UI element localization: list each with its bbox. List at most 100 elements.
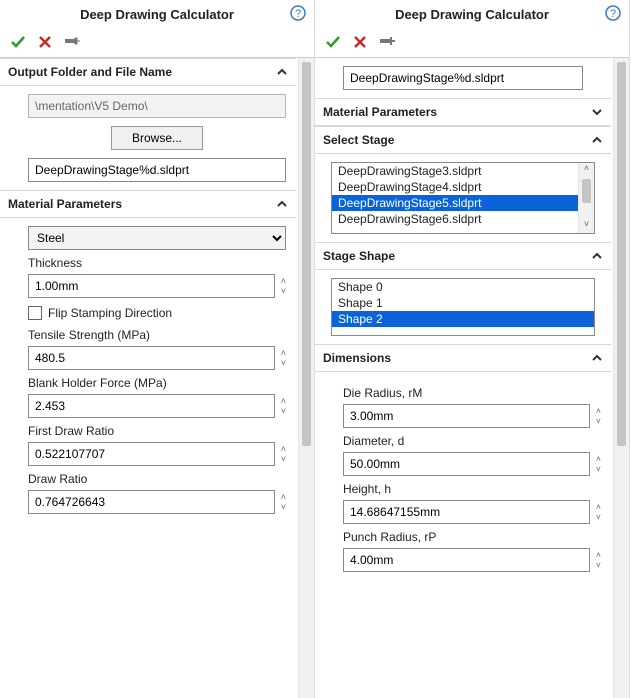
- chevron-up-icon: [591, 352, 603, 364]
- help-icon[interactable]: ?: [290, 5, 306, 21]
- section-title: Material Parameters: [8, 197, 122, 211]
- height-label: Height, h: [343, 482, 601, 496]
- punch-radius-field[interactable]: [343, 548, 590, 572]
- flip-label: Flip Stamping Direction: [48, 306, 172, 320]
- section-header-select-stage[interactable]: Select Stage: [315, 126, 611, 154]
- section-body-output: Browse...: [0, 86, 296, 190]
- chevron-up-icon[interactable]: ˄: [281, 349, 286, 357]
- svg-text:?: ?: [610, 8, 616, 20]
- chevron-down-icon[interactable]: ˅: [281, 407, 286, 415]
- thickness-label: Thickness: [28, 256, 286, 270]
- list-item[interactable]: Shape 2: [332, 311, 594, 327]
- svg-text:?: ?: [295, 8, 301, 20]
- chevron-down-icon[interactable]: ˅: [281, 287, 286, 295]
- chevron-up-icon: [276, 198, 288, 210]
- chevron-down-icon[interactable]: ˅: [281, 359, 286, 367]
- chevron-up-icon[interactable]: ˄: [596, 455, 601, 463]
- titlebar: Deep Drawing Calculator ?: [0, 0, 314, 28]
- list-item[interactable]: Shape 1: [332, 295, 594, 311]
- section-title: Select Stage: [323, 133, 394, 147]
- cancel-icon[interactable]: [353, 35, 367, 49]
- toolbar: [0, 28, 314, 58]
- pin-icon[interactable]: [64, 34, 80, 50]
- shape-listbox[interactable]: Shape 0 Shape 1 Shape 2: [331, 278, 595, 336]
- panel-title: Deep Drawing Calculator: [395, 7, 549, 22]
- chevron-down-icon[interactable]: ˅: [596, 417, 601, 425]
- list-item[interactable]: DeepDrawingStage6.sldprt: [332, 211, 594, 227]
- list-item[interactable]: DeepDrawingStage3.sldprt: [332, 163, 594, 179]
- pin-icon[interactable]: [379, 34, 395, 50]
- stage-listbox[interactable]: DeepDrawingStage3.sldprt DeepDrawingStag…: [331, 162, 595, 234]
- chevron-up-icon: [591, 250, 603, 262]
- chevron-down-icon[interactable]: ˅: [596, 561, 601, 569]
- chevron-down-icon[interactable]: ˅: [596, 513, 601, 521]
- chevron-up-icon[interactable]: ˄: [281, 277, 286, 285]
- ok-icon[interactable]: [10, 34, 26, 50]
- list-item[interactable]: Shape 0: [332, 279, 594, 295]
- section-body-select-stage: DeepDrawingStage3.sldprt DeepDrawingStag…: [315, 154, 611, 242]
- section-header-dimensions[interactable]: Dimensions: [315, 344, 611, 372]
- list-item[interactable]: DeepDrawingStage5.sldprt: [332, 195, 594, 211]
- diameter-field[interactable]: [343, 452, 590, 476]
- toolbar: [315, 28, 629, 58]
- chevron-up-icon[interactable]: ˄: [281, 493, 286, 501]
- section-header-stage-shape[interactable]: Stage Shape: [315, 242, 611, 270]
- section-header-material[interactable]: Material Parameters: [0, 190, 296, 218]
- first-draw-field[interactable]: [28, 442, 275, 466]
- flip-checkbox-row[interactable]: Flip Stamping Direction: [28, 306, 286, 320]
- section-body-stage-shape: Shape 0 Shape 1 Shape 2: [315, 270, 611, 344]
- help-icon[interactable]: ?: [605, 5, 621, 21]
- punch-radius-stepper[interactable]: ˄ ˅: [596, 551, 601, 569]
- thickness-field[interactable]: [28, 274, 275, 298]
- left-panel: Deep Drawing Calculator ? Output Folder …: [0, 0, 315, 698]
- folder-path-field[interactable]: [28, 94, 286, 118]
- section-title: Output Folder and File Name: [8, 65, 172, 79]
- chevron-up-icon[interactable]: ˄: [281, 445, 286, 453]
- chevron-down-icon: [591, 106, 603, 118]
- chevron-down-icon[interactable]: ˅: [579, 219, 594, 233]
- scroll-area[interactable]: Output Folder and File Name Browse... Ma…: [0, 58, 298, 698]
- panel-body: Output Folder and File Name Browse... Ma…: [0, 58, 314, 698]
- file-name-field[interactable]: [343, 66, 583, 90]
- cancel-icon[interactable]: [38, 35, 52, 49]
- blank-holder-field[interactable]: [28, 394, 275, 418]
- diameter-stepper[interactable]: ˄ ˅: [596, 455, 601, 473]
- first-draw-stepper[interactable]: ˄ ˅: [281, 445, 286, 463]
- section-header-output[interactable]: Output Folder and File Name: [0, 58, 296, 86]
- thickness-stepper[interactable]: ˄ ˅: [281, 277, 286, 295]
- panel-body: Material Parameters Select Stage DeepDra…: [315, 58, 629, 698]
- chevron-up-icon[interactable]: ˄: [579, 163, 594, 177]
- tensile-label: Tensile Strength (MPa): [28, 328, 286, 342]
- chevron-down-icon[interactable]: ˅: [596, 465, 601, 473]
- right-panel: Deep Drawing Calculator ? Material Param…: [315, 0, 630, 698]
- chevron-up-icon[interactable]: ˄: [281, 397, 286, 405]
- chevron-up-icon[interactable]: ˄: [596, 407, 601, 415]
- chevron-up-icon[interactable]: ˄: [596, 503, 601, 511]
- listbox-scrollbar[interactable]: ˄ ˅: [578, 163, 594, 233]
- height-field[interactable]: [343, 500, 590, 524]
- flip-checkbox[interactable]: [28, 306, 42, 320]
- list-item[interactable]: DeepDrawingStage4.sldprt: [332, 179, 594, 195]
- file-name-field[interactable]: [28, 158, 286, 182]
- draw-ratio-label: Draw Ratio: [28, 472, 286, 486]
- scrollbar[interactable]: [298, 58, 314, 698]
- height-stepper[interactable]: ˄ ˅: [596, 503, 601, 521]
- scrollbar[interactable]: [613, 58, 629, 698]
- section-header-material[interactable]: Material Parameters: [315, 98, 611, 126]
- scroll-area[interactable]: Material Parameters Select Stage DeepDra…: [315, 58, 613, 698]
- material-select[interactable]: Steel: [28, 226, 286, 250]
- chevron-down-icon[interactable]: ˅: [281, 455, 286, 463]
- die-radius-stepper[interactable]: ˄ ˅: [596, 407, 601, 425]
- tensile-field[interactable]: [28, 346, 275, 370]
- blank-holder-label: Blank Holder Force (MPa): [28, 376, 286, 390]
- die-radius-field[interactable]: [343, 404, 590, 428]
- browse-button[interactable]: Browse...: [111, 126, 203, 150]
- draw-ratio-stepper[interactable]: ˄ ˅: [281, 493, 286, 511]
- section-title: Stage Shape: [323, 249, 395, 263]
- chevron-down-icon[interactable]: ˅: [281, 503, 286, 511]
- tensile-stepper[interactable]: ˄ ˅: [281, 349, 286, 367]
- blank-holder-stepper[interactable]: ˄ ˅: [281, 397, 286, 415]
- draw-ratio-field[interactable]: [28, 490, 275, 514]
- ok-icon[interactable]: [325, 34, 341, 50]
- chevron-up-icon[interactable]: ˄: [596, 551, 601, 559]
